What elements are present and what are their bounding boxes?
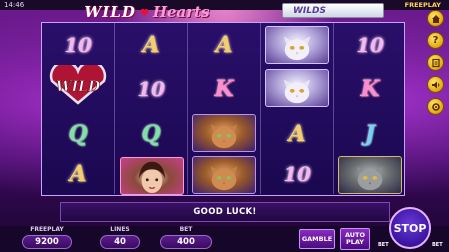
- svg-text:WILD: WILD: [56, 79, 101, 95]
- home-icon[interactable]: [427, 10, 444, 27]
- freeplay-value: 9200: [22, 235, 72, 249]
- game-logo: WILD Hearts: [64, 3, 230, 21]
- freeplay-label: FREEPLAY: [30, 226, 64, 233]
- symbol-tabby-cat: [192, 114, 256, 152]
- symbol-k: K: [214, 76, 234, 102]
- reel-area: 10 WILD Q A A 10 Q A K A 10 10 K J: [41, 22, 405, 196]
- symbol-q: Q: [141, 121, 161, 147]
- symbol-wild: WILD: [46, 65, 110, 105]
- heart-icon: [140, 8, 149, 17]
- logo-word-wild: WILD: [84, 3, 136, 21]
- symbol-q: Q: [68, 121, 88, 147]
- symbol-lady: [120, 157, 184, 195]
- symbol-a: A: [142, 32, 160, 58]
- reel-divider: [187, 23, 188, 194]
- wilds-banner-text: WILDS: [293, 5, 326, 16]
- symbol-tabby-cat: [192, 156, 256, 194]
- freeplay-field: FREEPLAY 9200: [22, 226, 72, 252]
- help-icon[interactable]: ?: [427, 32, 444, 49]
- bet-decrease-button[interactable]: BET: [378, 242, 389, 248]
- symbol-ten: 10: [356, 33, 384, 57]
- stop-button[interactable]: STOP: [389, 207, 431, 249]
- gamble-button[interactable]: GAMBLE: [299, 229, 335, 249]
- symbol-a: A: [288, 121, 306, 147]
- lines-field: LINES 40: [100, 226, 140, 252]
- wilds-banner: WILDS: [282, 3, 384, 18]
- lines-label: LINES: [110, 226, 130, 233]
- message-bar: GOOD LUCK!: [60, 202, 390, 222]
- autoplay-button[interactable]: AUTO PLAY: [340, 228, 370, 250]
- settings-icon[interactable]: [427, 98, 444, 115]
- reel-divider: [333, 23, 334, 194]
- bet-label: BET: [179, 226, 193, 233]
- clock: 14:46: [4, 1, 25, 9]
- symbol-k: K: [360, 76, 380, 102]
- symbol-a: A: [215, 32, 233, 58]
- symbol-j: J: [364, 121, 376, 147]
- logo-word-hearts: Hearts: [152, 3, 210, 21]
- message-text: GOOD LUCK!: [193, 207, 257, 217]
- sound-icon[interactable]: [427, 76, 444, 93]
- symbol-ten: 10: [283, 162, 311, 186]
- autoplay-label-line2: PLAY: [345, 238, 365, 246]
- symbol-a: A: [69, 161, 87, 187]
- reel-divider: [260, 23, 261, 194]
- symbol-ten: 10: [64, 33, 92, 57]
- bet-field: BET 400: [160, 226, 212, 252]
- bet-increase-button[interactable]: BET: [432, 242, 443, 248]
- info-icon[interactable]: [427, 54, 444, 71]
- symbol-grey-cat: [338, 156, 402, 194]
- freeplay-mode-label: FREEPLAY: [404, 1, 441, 9]
- reel-divider: [114, 23, 115, 194]
- symbol-ten: 10: [137, 77, 165, 101]
- lines-value: 40: [100, 235, 140, 249]
- bet-value: 400: [160, 235, 212, 249]
- symbol-white-cat: [265, 69, 329, 107]
- symbol-white-cat: [265, 26, 329, 64]
